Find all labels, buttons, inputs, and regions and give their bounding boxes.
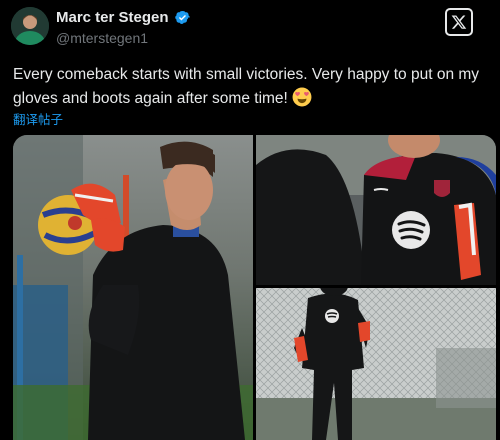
tweet-text: Every comeback starts with small victori… [13, 66, 480, 107]
x-logo-icon [451, 15, 467, 29]
heart-eyes-emoji-icon [292, 87, 312, 107]
tweet-text-block: Every comeback starts with small victori… [13, 63, 483, 111]
translate-post-link[interactable]: 翻译帖子 [13, 109, 63, 128]
author-avatar[interactable] [11, 7, 49, 45]
photo-goalkeeper-with-ball[interactable] [13, 135, 253, 440]
photo-player-spotify-shirt[interactable] [256, 135, 496, 285]
photo-goalkeeper-training[interactable] [256, 288, 496, 440]
verified-badge-icon [174, 11, 190, 24]
author-name[interactable]: Marc ter Stegen [56, 9, 169, 26]
x-logo-button[interactable] [445, 8, 473, 36]
goalkeeper-avatar-icon [11, 7, 49, 45]
author-name-row[interactable]: Marc ter Stegen [56, 9, 191, 26]
smiling-player-spotify-shirt-photo-icon [256, 135, 496, 285]
tweet-media-grid [13, 135, 496, 440]
goalkeeper-training-fence-photo-icon [256, 288, 496, 440]
goalkeeper-holding-ball-photo-icon [13, 135, 253, 440]
author-handle[interactable]: @mterstegen1 [56, 30, 148, 46]
